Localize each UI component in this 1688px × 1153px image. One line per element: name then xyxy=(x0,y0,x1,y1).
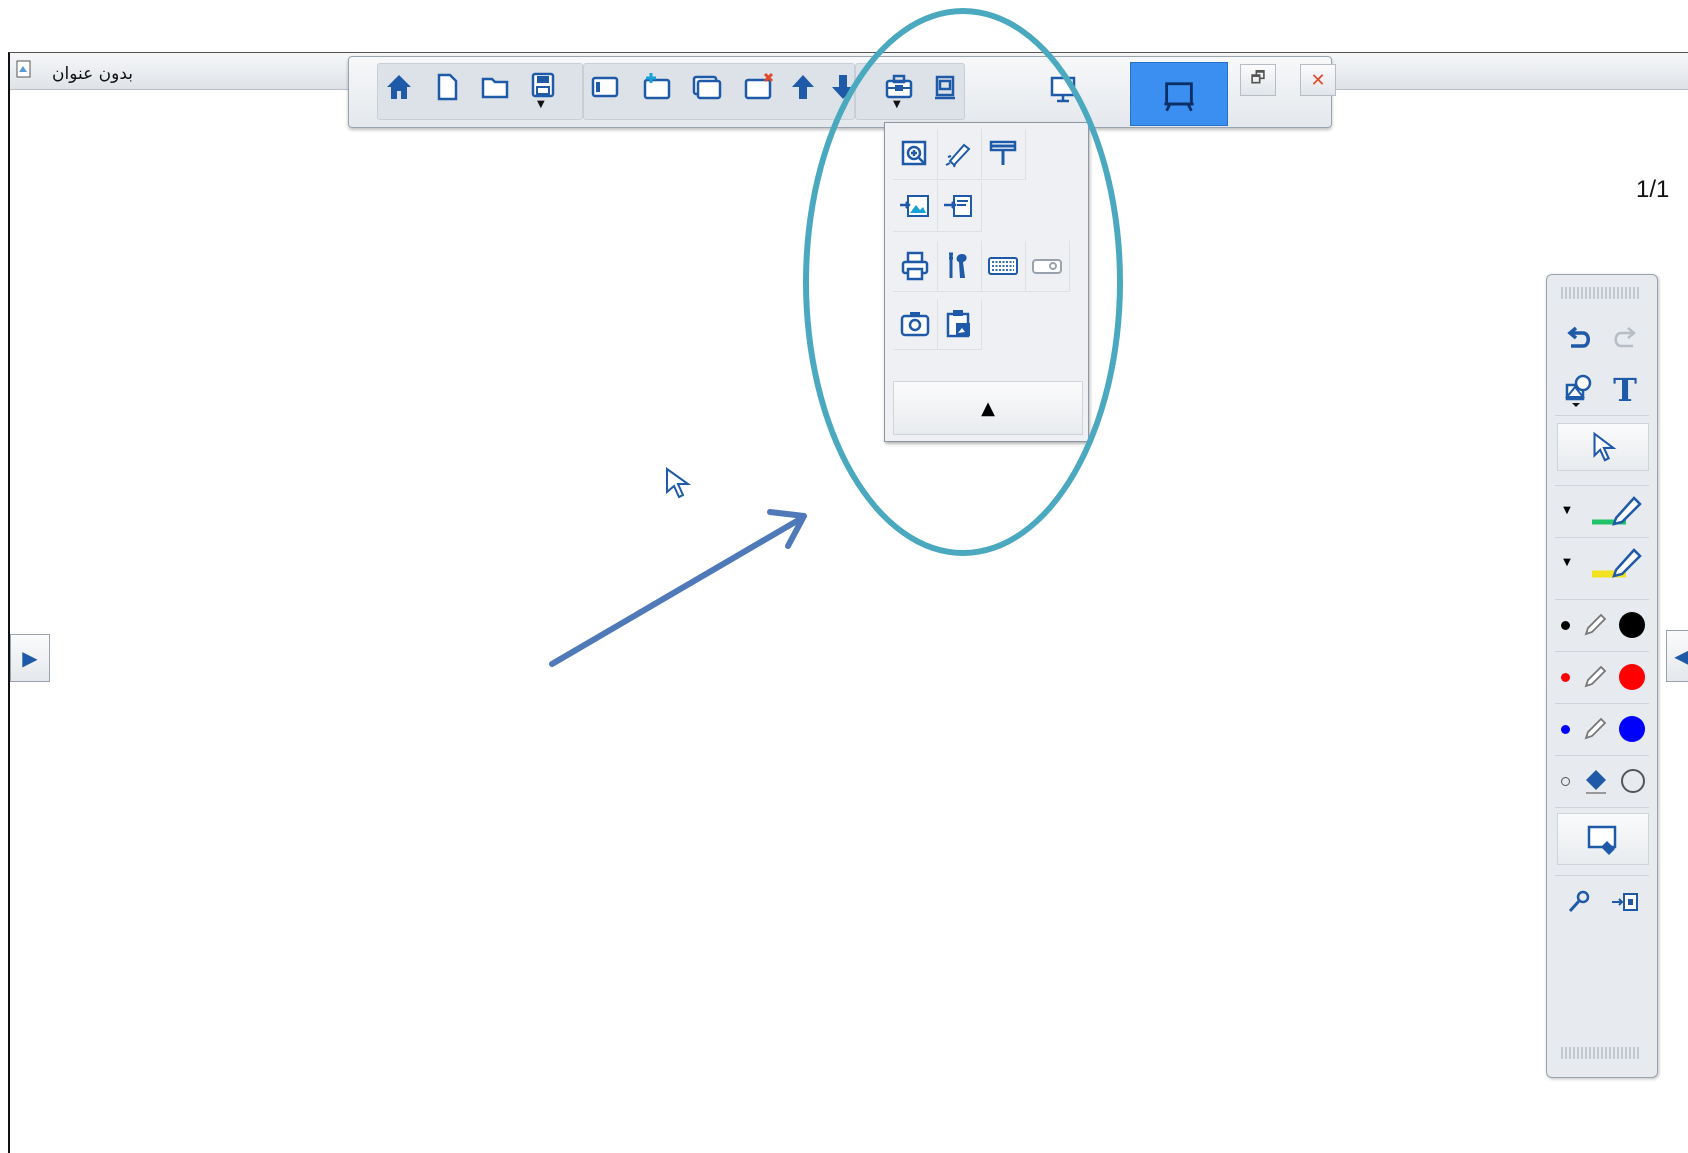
redo-icon[interactable] xyxy=(1603,315,1647,363)
collapse-toolbar-icon[interactable] xyxy=(1603,879,1647,925)
restore-window-button[interactable]: 🗗 xyxy=(1240,64,1276,96)
yellow-highlighter-icon[interactable] xyxy=(1581,537,1647,587)
annotation-arrow xyxy=(549,509,807,667)
duplicate-page-icon[interactable] xyxy=(689,67,725,107)
select-tool-icon[interactable] xyxy=(1557,423,1649,471)
black-pen-option[interactable] xyxy=(1561,605,1651,645)
document-title: بدون عنوان xyxy=(51,64,133,84)
whiteboard-mode-icon xyxy=(1164,82,1194,112)
close-window-button[interactable]: ✕ xyxy=(1300,64,1336,96)
clear-screen-icon[interactable] xyxy=(1557,813,1649,865)
green-highlighter-icon[interactable] xyxy=(1581,485,1647,535)
side-toolbar: T ▼ ▼ xyxy=(1546,274,1658,1078)
undo-icon[interactable] xyxy=(1557,315,1601,363)
page-indicator: 1/1 xyxy=(1636,176,1670,203)
restore-window-icon: 🗗 xyxy=(1250,67,1266,87)
home-icon[interactable] xyxy=(381,67,417,107)
small-red-dot-icon xyxy=(1561,672,1570,682)
red-pen-option[interactable] xyxy=(1561,657,1651,697)
play-left-icon: ◀ xyxy=(1674,644,1688,668)
eraser-icon xyxy=(1585,770,1606,794)
page-view-icon[interactable] xyxy=(587,67,623,107)
save-icon[interactable]: ▼ xyxy=(525,67,561,110)
highlighter-2-dropdown-icon[interactable]: ▼ xyxy=(1555,539,1579,585)
pencil-icon xyxy=(1584,665,1606,688)
large-black-dot-icon xyxy=(1619,612,1645,638)
new-file-icon[interactable] xyxy=(429,67,465,107)
shapes-icon[interactable] xyxy=(1557,365,1601,415)
blue-pen-option[interactable] xyxy=(1561,709,1651,749)
open-folder-icon[interactable] xyxy=(477,67,513,107)
drag-handle-bottom[interactable] xyxy=(1561,1047,1641,1059)
expand-right-panel-button[interactable]: ◀ xyxy=(1666,630,1688,682)
document-icon xyxy=(16,60,31,78)
close-window-icon: ✕ xyxy=(1310,69,1326,91)
highlighter-1-dropdown-icon[interactable]: ▼ xyxy=(1555,487,1579,533)
small-black-dot-icon xyxy=(1561,620,1570,630)
page-up-icon[interactable] xyxy=(785,67,821,107)
small-white-dot-icon xyxy=(1561,776,1570,786)
delete-page-icon[interactable] xyxy=(741,67,777,107)
small-blue-dot-icon xyxy=(1561,724,1570,734)
highlight-ellipse xyxy=(803,8,1123,556)
play-right-icon: ▶ xyxy=(22,646,38,670)
save-dropdown-icon: ▼ xyxy=(537,99,545,110)
pencil-icon xyxy=(1584,717,1606,740)
pin-icon[interactable] xyxy=(1557,879,1601,925)
whiteboard-mode-button[interactable] xyxy=(1130,62,1228,126)
drag-handle-top[interactable] xyxy=(1561,287,1641,299)
large-red-dot-icon xyxy=(1619,664,1645,690)
cursor-icon xyxy=(666,467,692,499)
text-tool-icon[interactable]: T xyxy=(1603,365,1647,415)
eraser-option[interactable] xyxy=(1561,761,1651,801)
pencil-icon xyxy=(1584,613,1606,636)
expand-left-panel-button[interactable]: ▶ xyxy=(10,634,50,682)
add-page-icon[interactable] xyxy=(639,67,675,107)
large-white-dot-icon xyxy=(1621,769,1645,793)
large-blue-dot-icon xyxy=(1619,716,1645,742)
